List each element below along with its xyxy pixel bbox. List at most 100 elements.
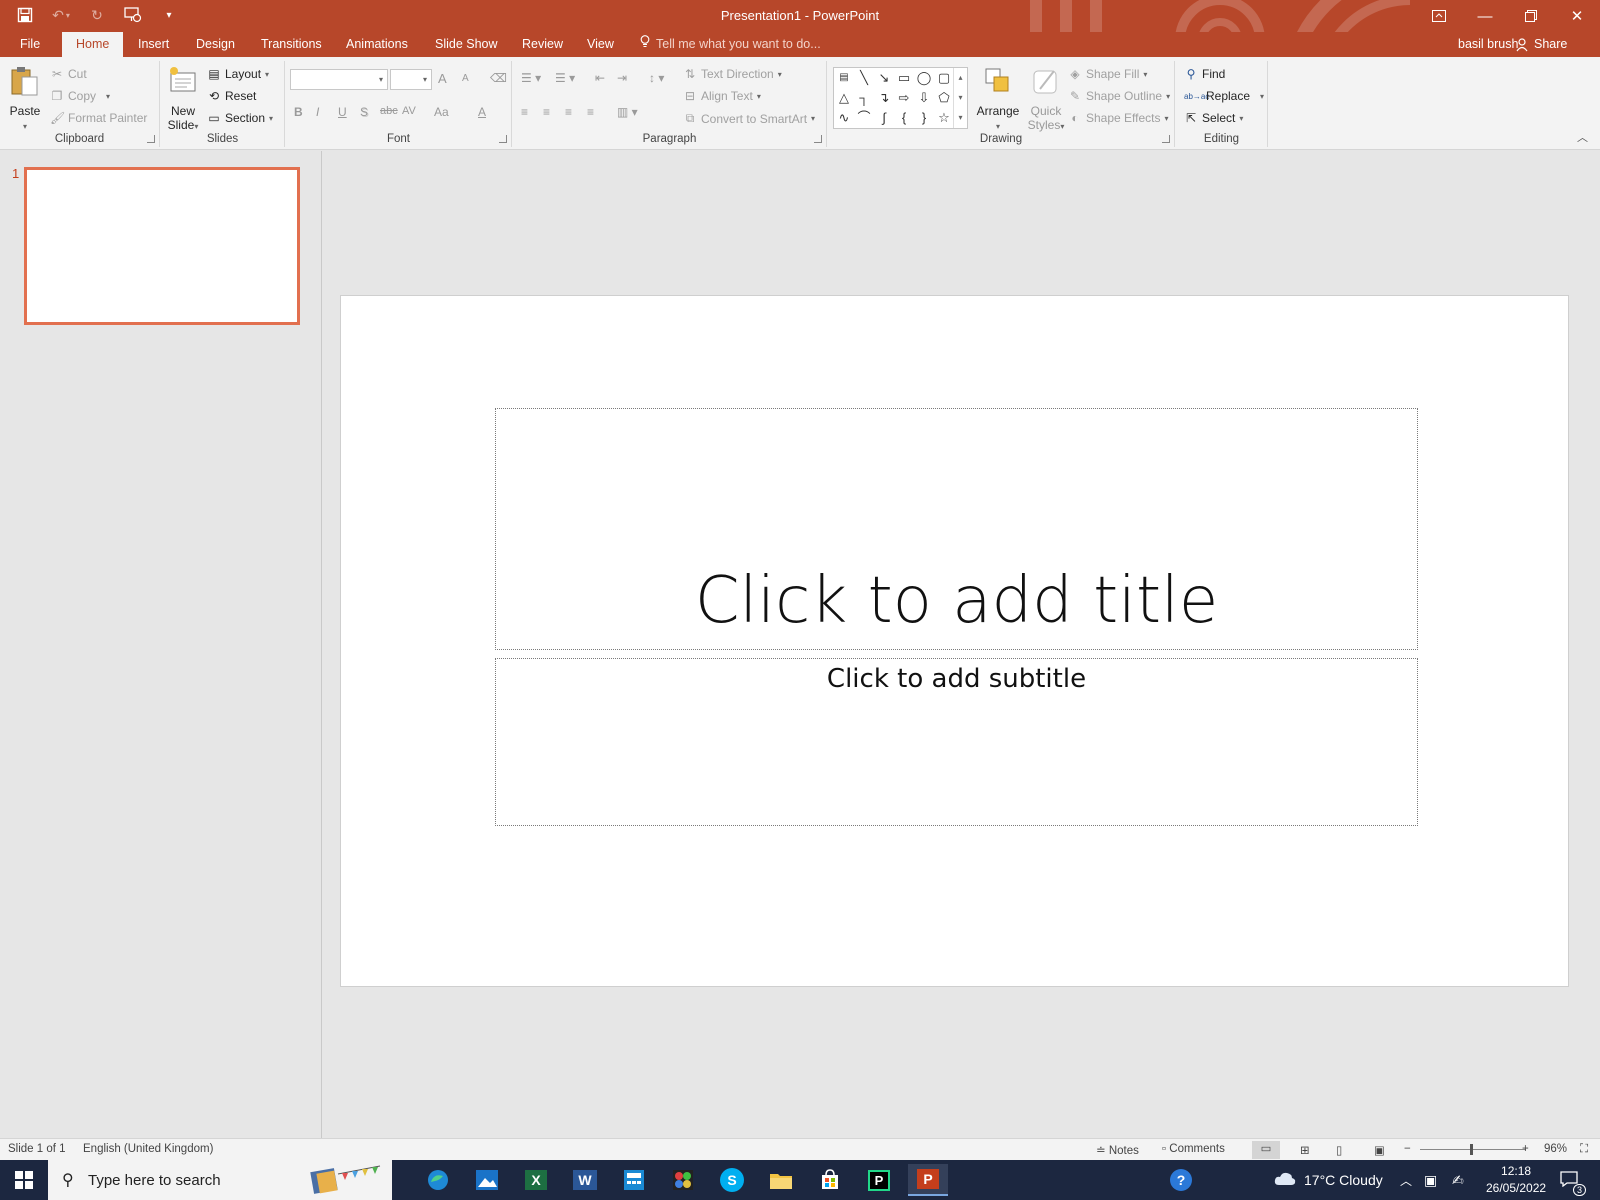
line-shape-icon[interactable]: ╲ bbox=[856, 70, 872, 86]
copy-button[interactable]: ❐ Copy ▾ bbox=[50, 89, 110, 103]
underline-icon[interactable]: U bbox=[338, 105, 347, 119]
change-case-icon[interactable]: Aa bbox=[434, 105, 449, 119]
convert-smartart-button[interactable]: ⧉ Convert to SmartArt ▾ bbox=[683, 111, 815, 126]
paint-icon[interactable] bbox=[663, 1164, 703, 1196]
clear-formatting-icon[interactable]: ⌫ bbox=[490, 71, 507, 85]
slide-sorter-icon[interactable]: ⊞ bbox=[1300, 1143, 1310, 1157]
right-brace-shape-icon[interactable]: } bbox=[916, 110, 932, 126]
align-left-icon[interactable]: ≡ bbox=[521, 105, 528, 119]
shape-effects-button[interactable]: ◐ Shape Effects ▾ bbox=[1068, 111, 1168, 125]
zoom-slider-thumb[interactable] bbox=[1469, 1144, 1473, 1155]
replace-dropdown-icon[interactable]: ▾ bbox=[1260, 92, 1264, 101]
find-button[interactable]: ⚲ Find bbox=[1184, 67, 1226, 81]
tell-me-box[interactable]: Tell me what you want to do... bbox=[640, 32, 821, 57]
tab-slide-show[interactable]: Slide Show bbox=[435, 32, 498, 57]
normal-view-icon[interactable]: ▭ bbox=[1252, 1141, 1280, 1159]
store-icon[interactable] bbox=[810, 1164, 850, 1196]
arc-shape-icon[interactable]: ⌒ bbox=[856, 110, 872, 126]
minimize-icon[interactable]: — bbox=[1462, 0, 1508, 32]
subtitle-placeholder[interactable]: Click to add subtitle bbox=[495, 658, 1418, 826]
fit-to-window-icon[interactable]: ⛶ bbox=[1580, 1143, 1588, 1156]
slide-show-icon[interactable]: ▣ bbox=[1374, 1143, 1385, 1157]
tab-home[interactable]: Home bbox=[62, 32, 124, 57]
slide-thumbnail[interactable] bbox=[24, 167, 300, 325]
shapes-scroll-icon[interactable]: ▴ ▾ ▾ bbox=[953, 68, 967, 128]
select-button[interactable]: ⇱ Select ▾ bbox=[1184, 111, 1243, 125]
tab-insert[interactable]: Insert bbox=[138, 32, 169, 57]
rectangle-shape-icon[interactable]: ▭ bbox=[896, 70, 912, 86]
numbering-icon[interactable]: ☰ ▾ bbox=[555, 71, 575, 85]
paragraph-launcher-icon[interactable] bbox=[814, 135, 822, 143]
decrease-indent-icon[interactable]: ⇤ bbox=[595, 71, 605, 85]
triangle-shape-icon[interactable]: △ bbox=[836, 90, 852, 106]
word-icon[interactable]: W bbox=[565, 1164, 605, 1196]
star-shape-icon[interactable]: ☆ bbox=[936, 110, 952, 126]
bold-icon[interactable]: B bbox=[294, 105, 303, 119]
reset-button[interactable]: ⟲ Reset bbox=[207, 89, 256, 103]
close-icon[interactable]: ✕ bbox=[1554, 0, 1600, 32]
font-launcher-icon[interactable] bbox=[499, 135, 507, 143]
show-hidden-icons-icon[interactable]: ︿ bbox=[1400, 1160, 1412, 1200]
tab-view[interactable]: View bbox=[587, 32, 614, 57]
collapse-ribbon-icon[interactable]: ︿ bbox=[1577, 129, 1588, 145]
freeform-shape-icon[interactable]: ⬠ bbox=[936, 90, 952, 106]
drawing-launcher-icon[interactable] bbox=[1162, 135, 1170, 143]
tab-review[interactable]: Review bbox=[522, 32, 563, 57]
align-text-button[interactable]: ⊟ Align Text ▾ bbox=[683, 89, 761, 103]
font-size-dropdown-icon[interactable]: ▾ bbox=[423, 75, 427, 84]
excel-icon[interactable]: X bbox=[516, 1164, 556, 1196]
align-center-icon[interactable]: ≡ bbox=[543, 105, 550, 119]
shape-fill-button[interactable]: ◈ Shape Fill ▾ bbox=[1068, 67, 1147, 81]
zoom-out-icon[interactable]: − bbox=[1404, 1143, 1411, 1155]
font-name-dropdown-icon[interactable]: ▾ bbox=[379, 75, 383, 84]
line-spacing-icon[interactable]: ↕ ▾ bbox=[649, 71, 664, 85]
copy-dropdown-icon[interactable]: ▾ bbox=[106, 92, 110, 101]
taskbar-search-box[interactable]: ⚲ Type here to search bbox=[48, 1160, 392, 1200]
file-explorer-icon[interactable] bbox=[761, 1164, 801, 1196]
zoom-slider-track[interactable] bbox=[1420, 1149, 1526, 1150]
scribble-shape-icon[interactable]: ∿ bbox=[836, 110, 852, 126]
tab-transitions[interactable]: Transitions bbox=[261, 32, 322, 57]
elbow-connector-shape-icon[interactable]: ┐ bbox=[856, 90, 872, 106]
align-right-icon[interactable]: ≡ bbox=[565, 105, 572, 119]
edge-icon[interactable] bbox=[418, 1164, 458, 1196]
tab-design[interactable]: Design bbox=[196, 32, 235, 57]
ribbon-display-options-icon[interactable] bbox=[1416, 0, 1462, 32]
paste-dropdown-icon[interactable]: ▾ bbox=[23, 122, 27, 131]
quick-styles-button[interactable]: Quick Styles▾ bbox=[1024, 65, 1068, 134]
font-size-combobox[interactable]: ▾ bbox=[390, 69, 432, 90]
reading-view-icon[interactable]: ▯ bbox=[1336, 1143, 1342, 1157]
character-spacing-icon[interactable]: AV bbox=[402, 105, 416, 117]
right-arrow-shape-icon[interactable]: ⇨ bbox=[896, 90, 912, 106]
notes-button[interactable]: ≐ Notes bbox=[1096, 1143, 1139, 1157]
clipboard-launcher-icon[interactable] bbox=[147, 135, 155, 143]
text-shadow-icon[interactable]: S bbox=[360, 105, 368, 119]
share-button[interactable]: Share bbox=[1516, 32, 1567, 57]
windows-start-icon[interactable] bbox=[0, 1160, 48, 1200]
format-painter-button[interactable]: 🖌 Format Painter bbox=[50, 111, 147, 125]
pen-workspace-icon[interactable]: ✍ bbox=[1452, 1160, 1464, 1200]
down-arrow-shape-icon[interactable]: ⇩ bbox=[916, 90, 932, 106]
text-box-shape-icon[interactable]: ▤ bbox=[836, 70, 852, 86]
restore-icon[interactable] bbox=[1508, 0, 1554, 32]
columns-icon[interactable]: ▥ ▾ bbox=[617, 105, 638, 119]
pycharm-icon[interactable]: P bbox=[859, 1164, 899, 1196]
increase-indent-icon[interactable]: ⇥ bbox=[617, 71, 627, 85]
photos-icon[interactable] bbox=[467, 1164, 507, 1196]
arrange-button[interactable]: Arrange ▾ bbox=[974, 65, 1022, 134]
user-name[interactable]: basil brush bbox=[1458, 32, 1518, 57]
left-brace-shape-icon[interactable]: { bbox=[896, 110, 912, 126]
weather-widget[interactable]: 17°C Cloudy bbox=[1274, 1160, 1383, 1200]
comments-button[interactable]: ▫ Comments bbox=[1162, 1143, 1225, 1155]
powerpoint-icon[interactable]: P bbox=[908, 1164, 948, 1196]
replace-button[interactable]: ab→ac Replace ▾ bbox=[1184, 89, 1264, 103]
bullets-icon[interactable]: ☰ ▾ bbox=[521, 71, 541, 85]
cut-button[interactable]: ✂ Cut bbox=[50, 67, 87, 81]
shapes-gallery[interactable]: ▤ ╲ ↘ ▭ ◯ ▢ △ ┐ ↴ ⇨ ⇩ ⬠ ∿ ⌒ ∫ { } ☆ ▴ ▾ ▾ bbox=[833, 67, 968, 129]
oval-shape-icon[interactable]: ◯ bbox=[916, 70, 932, 86]
font-color-icon[interactable]: A bbox=[478, 105, 486, 119]
tab-animations[interactable]: Animations bbox=[346, 32, 408, 57]
rounded-rectangle-shape-icon[interactable]: ▢ bbox=[936, 70, 952, 86]
section-button[interactable]: ▭ Section ▾ bbox=[207, 111, 273, 125]
strikethrough-icon[interactable]: abc bbox=[380, 105, 398, 117]
